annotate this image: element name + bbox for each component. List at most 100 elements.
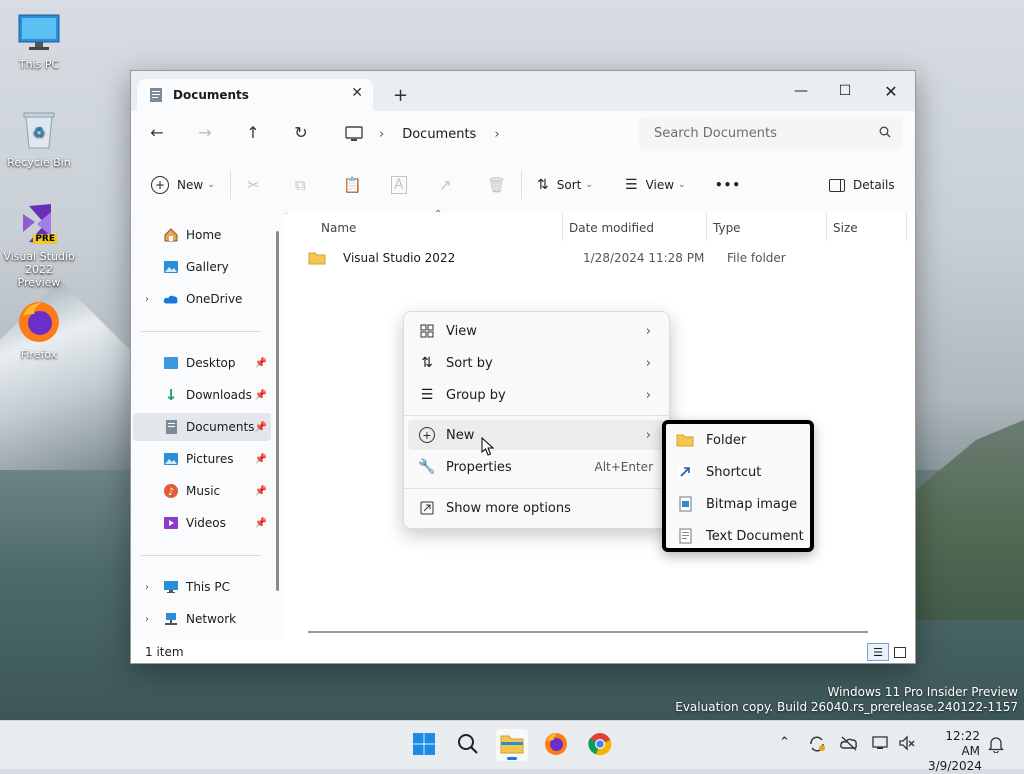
details-view-button[interactable]: ☰ — [867, 643, 889, 661]
chevron-right-icon[interactable]: › — [145, 294, 149, 305]
new-button[interactable]: + New ⌄ — [151, 175, 215, 195]
chevron-right-icon: › — [645, 355, 651, 371]
column-header-size[interactable]: Size — [833, 221, 858, 235]
menu-item-new[interactable]: + New › — [408, 420, 665, 450]
paste-button[interactable]: 📋 — [343, 175, 362, 195]
delete-button[interactable]: 🗑 — [487, 175, 506, 195]
plus-circle-icon: + — [151, 176, 169, 194]
watermark-line: Windows 11 Pro Insider Preview — [827, 685, 1018, 699]
sidebar-item-desktop[interactable]: Desktop 📌 — [133, 349, 271, 377]
sidebar-item-onedrive[interactable]: › OneDrive — [133, 285, 271, 313]
search-box[interactable]: Search Documents — [639, 117, 903, 149]
menu-item-group-by[interactable]: ☰ Group by › — [408, 380, 665, 410]
details-pane-button[interactable]: Details — [829, 175, 895, 195]
taskbar-chrome[interactable] — [584, 729, 616, 761]
back-button[interactable]: ← — [147, 123, 167, 143]
more-options-button[interactable]: ••• — [715, 175, 741, 195]
taskbar-firefox[interactable] — [540, 729, 572, 761]
system-clock[interactable]: 12:22 AM 3/9/2024 — [928, 729, 982, 774]
folder-icon — [676, 431, 694, 449]
computer-icon — [345, 126, 363, 141]
sidebar-item-gallery[interactable]: Gallery — [133, 253, 271, 281]
sidebar-item-music[interactable]: ♪ Music 📌 — [133, 477, 271, 505]
taskbar-search-button[interactable] — [452, 729, 484, 761]
submenu-item-folder[interactable]: Folder — [666, 424, 810, 456]
wallpaper-hill — [904, 420, 1024, 620]
taskbar-file-explorer[interactable] — [496, 729, 528, 761]
chevron-right-icon[interactable]: › — [145, 582, 149, 593]
pin-icon[interactable]: 📌 — [255, 422, 267, 433]
chevron-right-icon[interactable]: › — [145, 614, 149, 625]
sidebar-item-home[interactable]: Home — [133, 221, 271, 249]
sidebar-item-videos[interactable]: Videos 📌 — [133, 509, 271, 537]
folder-icon — [308, 251, 326, 265]
submenu-item-label: Text Document — [706, 528, 804, 544]
share-icon: ↗ — [439, 176, 452, 194]
menu-item-view[interactable]: View › — [408, 316, 665, 346]
network-status-icon[interactable] — [872, 735, 890, 755]
notification-bell-icon[interactable] — [987, 735, 1005, 757]
pin-icon[interactable]: 📌 — [255, 358, 267, 369]
tab-documents[interactable]: Documents ✕ — [137, 79, 373, 111]
pin-icon[interactable]: 📌 — [255, 518, 267, 529]
start-button[interactable] — [408, 729, 440, 761]
maximize-button[interactable]: ☐ — [825, 77, 865, 105]
column-divider[interactable] — [906, 213, 907, 241]
refresh-button[interactable]: ↻ — [291, 123, 311, 143]
desktop-icon-this-pc[interactable]: This PC — [3, 10, 75, 71]
breadcrumb[interactable]: Documents — [402, 127, 476, 142]
up-button[interactable]: ↑ — [243, 123, 263, 143]
new-tab-button[interactable]: + — [393, 85, 408, 106]
column-header-type[interactable]: Type — [713, 221, 741, 235]
sidebar-item-label: This PC — [186, 580, 230, 594]
close-tab-icon[interactable]: ✕ — [351, 85, 363, 101]
sidebar-item-network[interactable]: › Network — [133, 605, 271, 633]
search-input[interactable]: Search Documents — [654, 126, 879, 141]
column-header-name[interactable]: Name — [321, 221, 356, 235]
address-bar[interactable]: › Documents › — [331, 123, 631, 145]
chevron-right-icon[interactable]: › — [494, 127, 499, 142]
submenu-item-text-document[interactable]: Text Document — [666, 520, 810, 552]
menu-item-properties[interactable]: 🔧 Properties Alt+Enter — [408, 452, 665, 482]
submenu-item-bitmap-image[interactable]: Bitmap image — [666, 488, 810, 520]
tiles-view-button[interactable] — [889, 643, 911, 661]
submenu-item-shortcut[interactable]: Shortcut — [666, 456, 810, 488]
menu-item-sort-by[interactable]: ⇅ Sort by › — [408, 348, 665, 378]
volume-muted-icon[interactable] — [898, 735, 916, 755]
column-divider[interactable] — [826, 213, 827, 241]
desktop-icon-firefox[interactable]: Firefox — [3, 300, 75, 361]
pin-icon[interactable]: 📌 — [255, 486, 267, 497]
menu-item-show-more-options[interactable]: Show more options — [408, 493, 665, 523]
sidebar-scrollbar[interactable] — [276, 231, 279, 591]
forward-button[interactable]: → — [195, 123, 215, 143]
view-button[interactable]: ☰ View ⌄ — [625, 175, 686, 195]
horizontal-scrollbar[interactable] — [308, 631, 868, 633]
desktop-icon-visual-studio[interactable]: PRE Visual Studio 2022 Preview — [2, 202, 76, 289]
table-row[interactable]: Visual Studio 2022 1/28/2024 11:28 PM Fi… — [304, 245, 904, 271]
show-hidden-icons-chevron-icon[interactable]: ⌃ — [779, 735, 790, 750]
sidebar-item-documents[interactable]: Documents 📌 — [133, 413, 271, 441]
pin-icon[interactable]: 📌 — [255, 454, 267, 465]
column-divider[interactable] — [706, 213, 707, 241]
close-window-button[interactable]: ✕ — [871, 77, 911, 105]
column-header-date-modified[interactable]: Date modified — [569, 221, 654, 235]
sidebar-item-downloads[interactable]: ↓ Downloads 📌 — [133, 381, 271, 409]
column-divider[interactable] — [562, 213, 563, 241]
sort-button[interactable]: ⇅ Sort ⌄ — [537, 175, 593, 195]
desktop-icon-recycle-bin[interactable]: ♻ Recycle Bin — [3, 108, 75, 169]
rename-button[interactable]: A — [391, 175, 407, 195]
menu-item-label: New — [446, 427, 475, 443]
shortcut-label: Alt+Enter — [594, 460, 653, 474]
cut-button[interactable]: ✂ — [247, 175, 260, 195]
share-button[interactable]: ↗ — [439, 175, 452, 195]
wrench-icon: 🔧 — [418, 459, 436, 475]
sidebar-item-this-pc[interactable]: › This PC — [133, 573, 271, 601]
desktop-icon — [163, 355, 179, 371]
update-sync-icon[interactable] — [808, 735, 826, 757]
pin-icon[interactable]: 📌 — [255, 390, 267, 401]
minimize-button[interactable]: — — [781, 77, 821, 105]
cloud-offline-icon[interactable] — [840, 735, 858, 755]
status-bar: 1 item ☰ — [131, 639, 915, 663]
copy-button[interactable]: ⧉ — [295, 175, 306, 195]
sidebar-item-pictures[interactable]: Pictures 📌 — [133, 445, 271, 473]
